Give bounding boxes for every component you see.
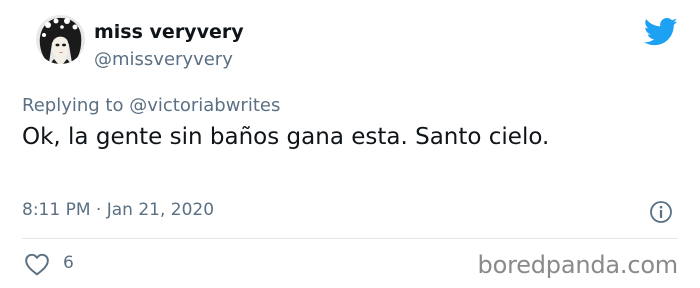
like-count: 6: [63, 253, 74, 273]
avatar-illustration: [36, 15, 85, 64]
watermark: boredpanda.com: [477, 251, 679, 279]
tweet-text: Ok, la gente sin baños gana esta. Santo …: [22, 124, 550, 150]
info-icon[interactable]: [649, 200, 673, 224]
divider: [22, 238, 678, 239]
avatar[interactable]: [36, 15, 85, 64]
tweet-card: miss veryvery @missveryvery Replying to …: [0, 0, 700, 288]
twitter-bird-icon[interactable]: [643, 17, 678, 47]
display-name[interactable]: miss veryvery: [94, 21, 244, 43]
heart-outline-icon[interactable]: [24, 252, 50, 276]
user-handle[interactable]: @missveryvery: [94, 49, 233, 70]
replying-to-label: Replying to: [22, 95, 124, 116]
tweet-timestamp[interactable]: 8:11 PM · Jan 21, 2020: [22, 200, 214, 220]
reply-mention-link[interactable]: @victoriabwrites: [129, 95, 280, 116]
replying-to-line: Replying to @victoriabwrites: [22, 95, 280, 116]
